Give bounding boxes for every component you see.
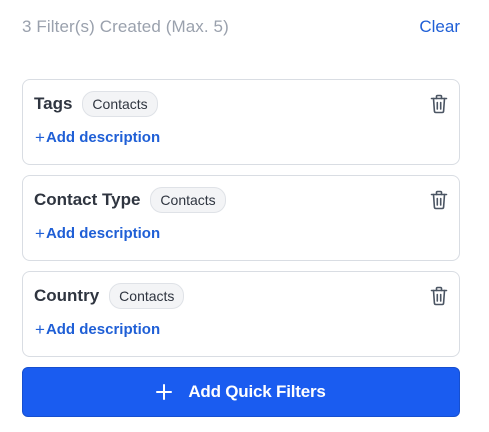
filter-card-tags: Tags Contacts + Add description xyxy=(22,79,460,165)
filter-heading: Country Contacts xyxy=(34,283,185,309)
filter-name: Contact Type xyxy=(34,190,141,209)
add-quick-filters-label: Add Quick Filters xyxy=(188,382,326,401)
add-quick-filters-button[interactable]: Add Quick Filters xyxy=(22,367,460,417)
filter-card-contact-type: Contact Type Contacts + Add description xyxy=(22,175,460,261)
filter-name: Country xyxy=(34,286,100,305)
trash-icon[interactable] xyxy=(430,190,448,210)
trash-icon[interactable] xyxy=(430,94,448,114)
clear-button[interactable]: Clear xyxy=(419,17,460,37)
plus-icon: + xyxy=(35,224,45,243)
add-description-label: Add description xyxy=(45,225,161,242)
plus-icon xyxy=(156,384,173,400)
add-description-label: Add description xyxy=(45,321,161,338)
filter-list: Tags Contacts + Add description Contact … xyxy=(22,79,460,367)
filter-heading: Tags Contacts xyxy=(34,91,158,117)
plus-icon: + xyxy=(35,128,45,147)
plus-icon: + xyxy=(35,320,45,339)
filter-heading: Contact Type Contacts xyxy=(34,187,226,213)
filter-object-chip: Contacts xyxy=(109,283,185,309)
filter-card-country: Country Contacts + Add description xyxy=(22,271,460,357)
filter-name: Tags xyxy=(34,94,73,113)
add-description-link[interactable]: + Add description xyxy=(35,321,160,338)
add-description-link[interactable]: + Add description xyxy=(35,225,160,242)
filter-object-chip: Contacts xyxy=(82,91,158,117)
filters-header: 3 Filter(s) Created (Max. 5) Clear xyxy=(22,14,460,40)
add-description-label: Add description xyxy=(45,129,161,146)
trash-icon[interactable] xyxy=(430,286,448,306)
add-description-link[interactable]: + Add description xyxy=(35,129,160,146)
filter-object-chip: Contacts xyxy=(150,187,226,213)
filters-count-title: 3 Filter(s) Created (Max. 5) xyxy=(22,17,229,36)
